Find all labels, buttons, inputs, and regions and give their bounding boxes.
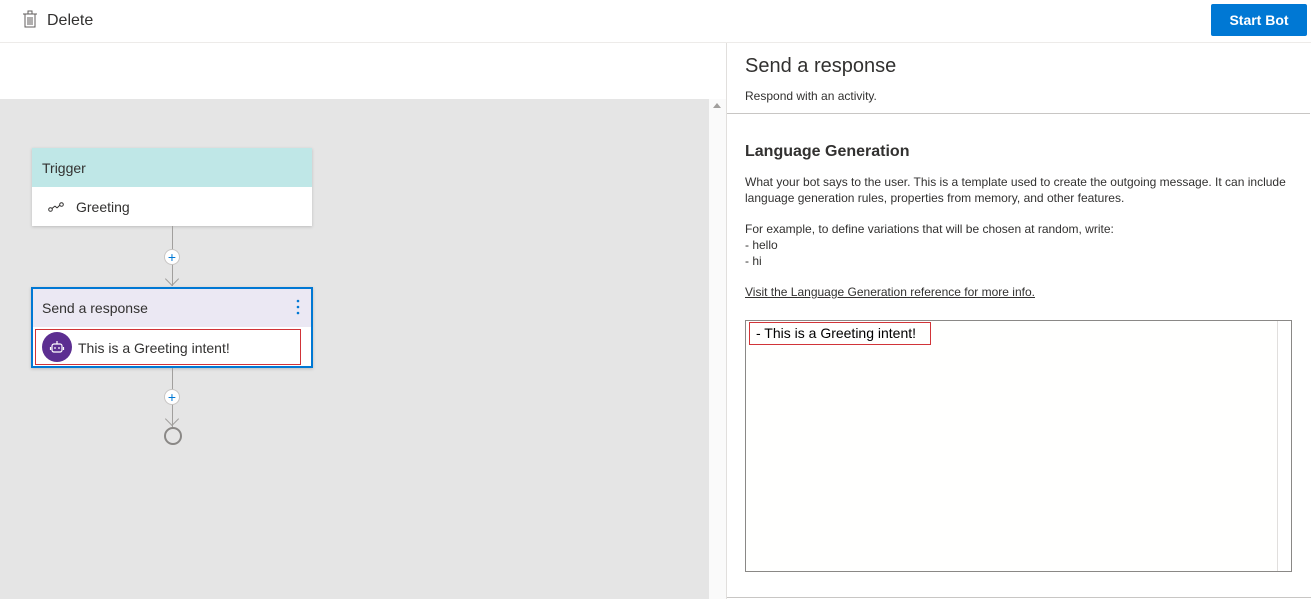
- delete-button[interactable]: Delete: [22, 9, 93, 33]
- lg-editor[interactable]: - This is a Greeting intent!: [745, 320, 1292, 572]
- section-title: Language Generation: [745, 143, 910, 160]
- bot-icon: [42, 332, 72, 362]
- end-node-icon: [164, 427, 182, 445]
- description-text: What your bot says to the user. This is …: [745, 175, 1286, 205]
- delete-label: Delete: [47, 12, 94, 29]
- panel-subtitle: Respond with an activity.: [745, 89, 877, 103]
- more-vertical-icon[interactable]: [295, 297, 301, 317]
- example-line: - hi: [745, 254, 762, 268]
- trigger-node[interactable]: Trigger Greeting: [32, 148, 312, 226]
- editor-scrollbar[interactable]: [1277, 321, 1291, 571]
- response-header: Send a response: [33, 289, 311, 327]
- add-action-button[interactable]: +: [164, 389, 180, 405]
- lg-reference-link[interactable]: Visit the Language Generation reference …: [745, 285, 1035, 299]
- trash-icon: [22, 10, 38, 33]
- panel-title: Send a response: [745, 55, 897, 77]
- example-line: - hello: [745, 238, 778, 252]
- panel-bottom-divider: [727, 597, 1311, 598]
- add-action-button[interactable]: +: [164, 249, 180, 265]
- intent-icon: [48, 199, 64, 215]
- start-bot-button[interactable]: Start Bot: [1211, 4, 1307, 36]
- editor-line[interactable]: - This is a Greeting intent!: [756, 325, 916, 341]
- response-header-label: Send a response: [42, 300, 148, 316]
- trigger-item-label: Greeting: [76, 198, 130, 215]
- canvas-top-spacer: [0, 43, 709, 99]
- response-body[interactable]: This is a Greeting intent!: [33, 327, 311, 368]
- example-block: For example, to define variations that w…: [745, 221, 1114, 269]
- panel-header-divider: [727, 113, 1310, 114]
- trigger-header: Trigger: [32, 148, 312, 187]
- toolbar: Delete Start Bot: [0, 0, 1311, 43]
- send-response-node[interactable]: Send a response This is a Greeting inten…: [31, 287, 313, 368]
- section-description: What your bot says to the user. This is …: [745, 174, 1295, 206]
- response-text: This is a Greeting intent!: [78, 340, 230, 356]
- trigger-item[interactable]: Greeting: [32, 187, 312, 226]
- canvas-scrollbar[interactable]: [709, 99, 726, 599]
- panel-divider: [726, 43, 727, 599]
- scroll-up-icon[interactable]: [713, 103, 721, 108]
- example-intro: For example, to define variations that w…: [745, 222, 1114, 236]
